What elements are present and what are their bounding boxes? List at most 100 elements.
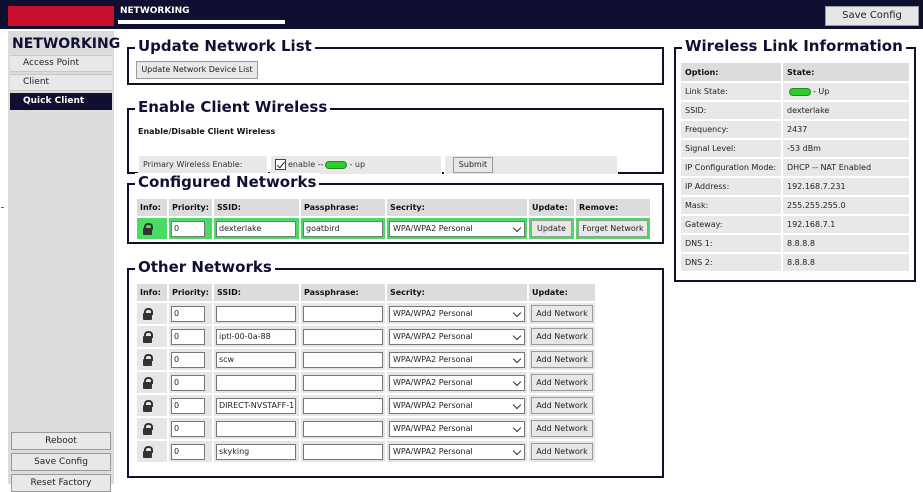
security-select[interactable]: WPA/WPA2 Personal (388, 374, 525, 391)
lock-icon (143, 446, 153, 458)
update-network-list-title: Update Network List (135, 37, 315, 55)
passphrase-input[interactable] (302, 328, 383, 345)
submit-button[interactable]: Submit (453, 157, 493, 173)
wireless-link-table: Option: State: Link State: - Up SSID: dexte… (679, 61, 911, 273)
security-select[interactable]: WPA/WPA2 Personal (388, 220, 525, 237)
chevron-down-icon (512, 354, 522, 363)
chevron-down-icon (512, 446, 522, 455)
security-select[interactable]: WPA/WPA2 Personal (388, 397, 525, 414)
add-network-button[interactable]: Add Network (530, 443, 593, 460)
ssid-input[interactable]: skyking (215, 443, 296, 460)
priority-input[interactable]: 0 (171, 328, 205, 345)
option-label: IP Configuration Mode: (681, 159, 781, 176)
add-network-button[interactable]: Add Network (530, 420, 593, 437)
col-priority: Priority: (169, 199, 212, 216)
option-label: Mask: (681, 197, 781, 214)
state-cell: dexterlake (783, 102, 909, 119)
passphrase-input[interactable] (302, 397, 383, 414)
wireless-status-text: - up (349, 160, 366, 169)
info-row: Frequency: 2437 (681, 121, 909, 138)
state-value: 192.168.7.1 (787, 220, 836, 229)
priority-input[interactable]: 0 (171, 397, 205, 414)
col-info: Info: (137, 199, 167, 216)
option-label: Link State: (681, 83, 781, 100)
info-row: DNS 2: 8.8.8.8 (681, 254, 909, 271)
security-select[interactable]: WPA/WPA2 Personal (388, 328, 525, 345)
ssid-input[interactable]: DIRECT-NVSTAFF-1 (215, 397, 296, 414)
security-select[interactable]: WPA/WPA2 Personal (388, 420, 525, 437)
forget-network-button[interactable]: Forget Network (577, 220, 648, 237)
ssid-input[interactable]: dexterlake (215, 220, 296, 237)
priority-input[interactable]: 0 (171, 220, 205, 237)
security-value: WPA/WPA2 Personal (392, 423, 473, 433)
lock-icon (143, 423, 153, 435)
col-option: Option: (681, 63, 781, 81)
add-network-button[interactable]: Add Network (530, 374, 593, 391)
table-row: 0 WPA/WPA2 Personal Add Network (137, 303, 595, 324)
add-network-button[interactable]: Add Network (530, 397, 593, 414)
ssid-input[interactable]: scw (215, 351, 296, 368)
add-network-button[interactable]: Add Network (530, 328, 593, 345)
security-value: WPA/WPA2 Personal (392, 308, 473, 318)
configured-networks-panel: Configured Networks Info: Priority: SSID… (127, 173, 664, 244)
passphrase-input[interactable] (302, 443, 383, 460)
priority-input[interactable]: 0 (171, 374, 205, 391)
link-state-indicator-icon (789, 87, 811, 96)
update-button[interactable]: Update (530, 220, 572, 237)
security-select[interactable]: WPA/WPA2 Personal (388, 443, 525, 460)
enable-client-wireless-title: Enable Client Wireless (135, 98, 331, 116)
save-config-button[interactable]: Save Config (825, 6, 919, 26)
passphrase-input[interactable] (302, 305, 383, 322)
ssid-input[interactable]: iptl-00-0a-88 (215, 328, 296, 345)
lock-icon (143, 223, 153, 235)
wireless-enable-checkbox[interactable] (275, 159, 286, 170)
passphrase-input[interactable]: goatbird (302, 220, 383, 237)
priority-input[interactable]: 0 (171, 443, 205, 460)
ssid-input[interactable] (215, 420, 296, 437)
sidebar-item-quick-client[interactable]: Quick Client (10, 93, 112, 110)
sidebar-item-access-point[interactable]: Access Point (10, 55, 112, 72)
security-select[interactable]: WPA/WPA2 Personal (388, 305, 525, 322)
add-network-button[interactable]: Add Network (530, 305, 593, 322)
info-row: Signal Level: -53 dBm (681, 140, 909, 157)
add-network-button[interactable]: Add Network (530, 351, 593, 368)
table-row: 0 skyking WPA/WPA2 Personal Add Network (137, 441, 595, 462)
chevron-down-icon (512, 423, 522, 432)
passphrase-input[interactable] (302, 420, 383, 437)
other-networks-panel: Other Networks Info: Priority: SSID: Pas… (127, 258, 664, 478)
option-label: IP Address: (681, 178, 781, 195)
passphrase-input[interactable] (302, 374, 383, 391)
table-row: 0 WPA/WPA2 Personal Add Network (137, 372, 595, 393)
sidebar-item-client[interactable]: Client (10, 74, 112, 91)
reset-factory-button[interactable]: Reset Factory (11, 474, 111, 492)
sidebar: NETWORKING Access Point Client Quick Cli… (8, 31, 120, 492)
state-value: 2437 (787, 125, 808, 134)
option-label: Gateway: (681, 216, 781, 233)
priority-input[interactable]: 0 (171, 420, 205, 437)
state-value: - Up (813, 87, 830, 96)
sidebar-save-config-button[interactable]: Save Config (11, 453, 111, 471)
chevron-down-icon (512, 377, 522, 386)
checkbox-text: enable -- (288, 160, 324, 169)
enable-disable-subtitle: Enable/Disable Client Wireless (138, 127, 276, 136)
other-networks-table: Info: Priority: SSID: Passphrase: Secrit… (135, 282, 597, 464)
state-value: 192.168.7.231 (787, 182, 846, 191)
security-select[interactable]: WPA/WPA2 Personal (388, 351, 525, 368)
state-cell: 8.8.8.8 (783, 254, 909, 271)
col-ssid: SSID: (213, 284, 299, 301)
update-network-list-panel: Update Network List Update Network Devic… (127, 37, 664, 85)
ssid-input[interactable] (215, 305, 296, 322)
table-row: 0 DIRECT-NVSTAFF-1 WPA/WPA2 Personal Add Ne… (137, 395, 595, 416)
state-cell: DHCP -- NAT Enabled (783, 159, 909, 176)
col-update: Update: (528, 199, 574, 216)
state-cell: -53 dBm (783, 140, 909, 157)
update-network-device-list-button[interactable]: Update Network Device List (136, 61, 258, 79)
col-passphrase: Passphrase: (300, 199, 385, 216)
passphrase-input[interactable] (302, 351, 383, 368)
priority-input[interactable]: 0 (171, 305, 205, 322)
section-title: NETWORKING (118, 4, 285, 24)
priority-input[interactable]: 0 (171, 351, 205, 368)
ssid-input[interactable] (215, 374, 296, 391)
reboot-button[interactable]: Reboot (11, 432, 111, 450)
col-security: Secrity: (386, 199, 527, 216)
